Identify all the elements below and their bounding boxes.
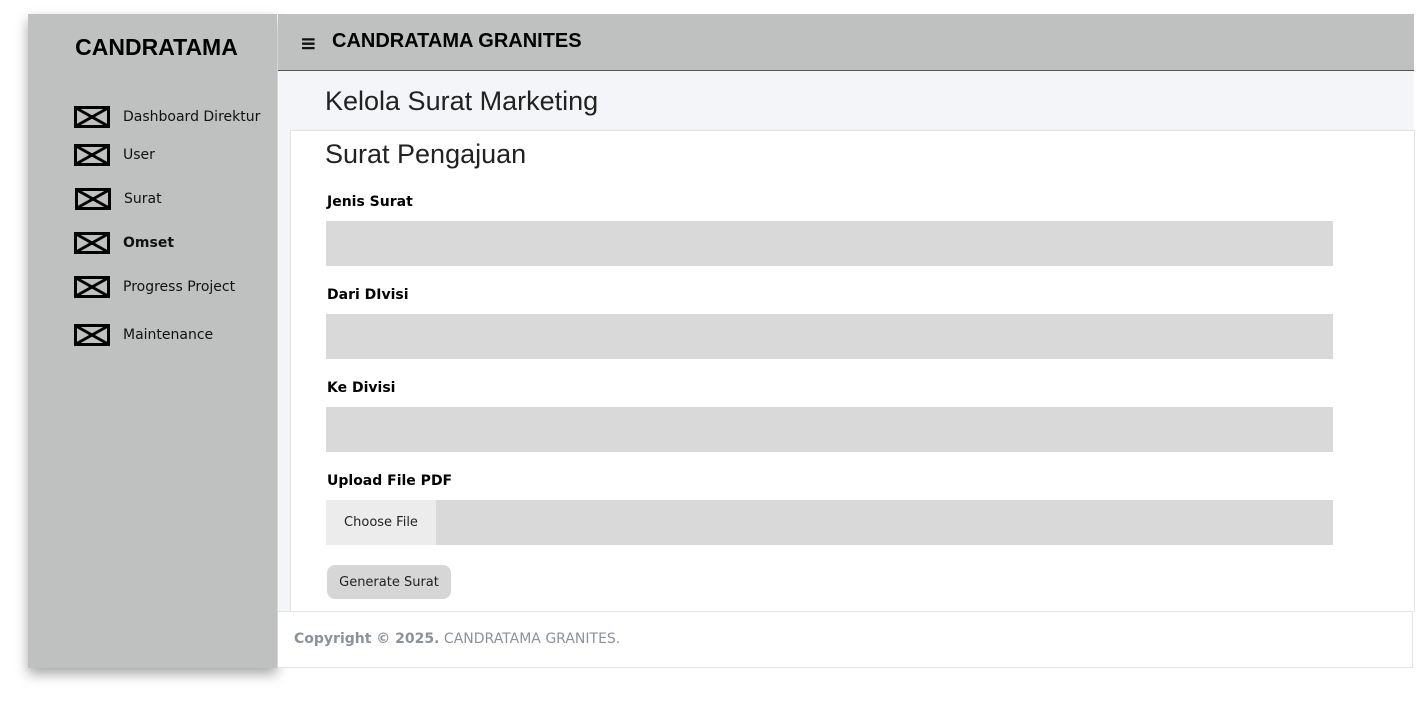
placeholder-icon bbox=[74, 232, 110, 254]
sidebar-item-maintenance[interactable]: Maintenance bbox=[74, 324, 213, 346]
sidebar-item-label: Surat bbox=[124, 191, 162, 207]
footer: Copyright © 2025. CANDRATAMA GRANITES. bbox=[278, 611, 1413, 668]
jenis-surat-label: Jenis Surat bbox=[327, 194, 413, 210]
choose-file-button[interactable]: Choose File bbox=[326, 500, 436, 545]
sidebar-item-label: User bbox=[123, 147, 155, 163]
placeholder-icon bbox=[75, 188, 111, 210]
sidebar-brand: CANDRATAMA bbox=[75, 34, 238, 60]
jenis-surat-input[interactable] bbox=[326, 221, 1333, 266]
footer-copyright: Copyright © 2025. bbox=[294, 631, 440, 647]
placeholder-icon bbox=[74, 144, 110, 166]
dari-divisi-input[interactable] bbox=[326, 314, 1333, 359]
placeholder-icon bbox=[74, 106, 110, 128]
footer-company: CANDRATAMA GRANITES. bbox=[443, 631, 621, 647]
placeholder-icon bbox=[74, 324, 110, 346]
header-title: CANDRATAMA GRANITES bbox=[332, 30, 582, 52]
hamburger-menu-icon[interactable]: ≡ bbox=[300, 31, 317, 55]
form-title: Surat Pengajuan bbox=[325, 139, 527, 169]
sidebar-item-label: Omset bbox=[123, 235, 175, 251]
dari-divisi-label: Dari DIvisi bbox=[327, 287, 409, 303]
ke-divisi-input[interactable] bbox=[326, 407, 1333, 452]
sidebar-item-progress-project[interactable]: Progress Project bbox=[74, 276, 235, 298]
ke-divisi-label: Ke Divisi bbox=[327, 380, 396, 396]
sidebar-item-label: Dashboard Direktur bbox=[123, 109, 261, 125]
sidebar-item-dashboard-direktur[interactable]: Dashboard Direktur bbox=[74, 106, 260, 128]
placeholder-icon bbox=[74, 276, 110, 298]
upload-file-label: Upload File PDF bbox=[327, 473, 453, 489]
generate-surat-button[interactable]: Generate Surat bbox=[327, 565, 451, 599]
sidebar-item-label: Progress Project bbox=[123, 279, 236, 295]
file-upload-input[interactable]: Choose File bbox=[326, 500, 1333, 545]
sidebar-item-user[interactable]: User bbox=[74, 144, 155, 166]
footer-text: Copyright © 2025. CANDRATAMA GRANITES. bbox=[294, 631, 620, 647]
top-header: ≡ CANDRATAMA GRANITES bbox=[278, 14, 1414, 71]
page-title: Kelola Surat Marketing bbox=[325, 86, 599, 116]
sidebar-item-label: Maintenance bbox=[123, 327, 214, 343]
sidebar-item-surat[interactable]: Surat bbox=[75, 188, 162, 210]
sidebar-item-omset[interactable]: Omset bbox=[74, 232, 174, 254]
